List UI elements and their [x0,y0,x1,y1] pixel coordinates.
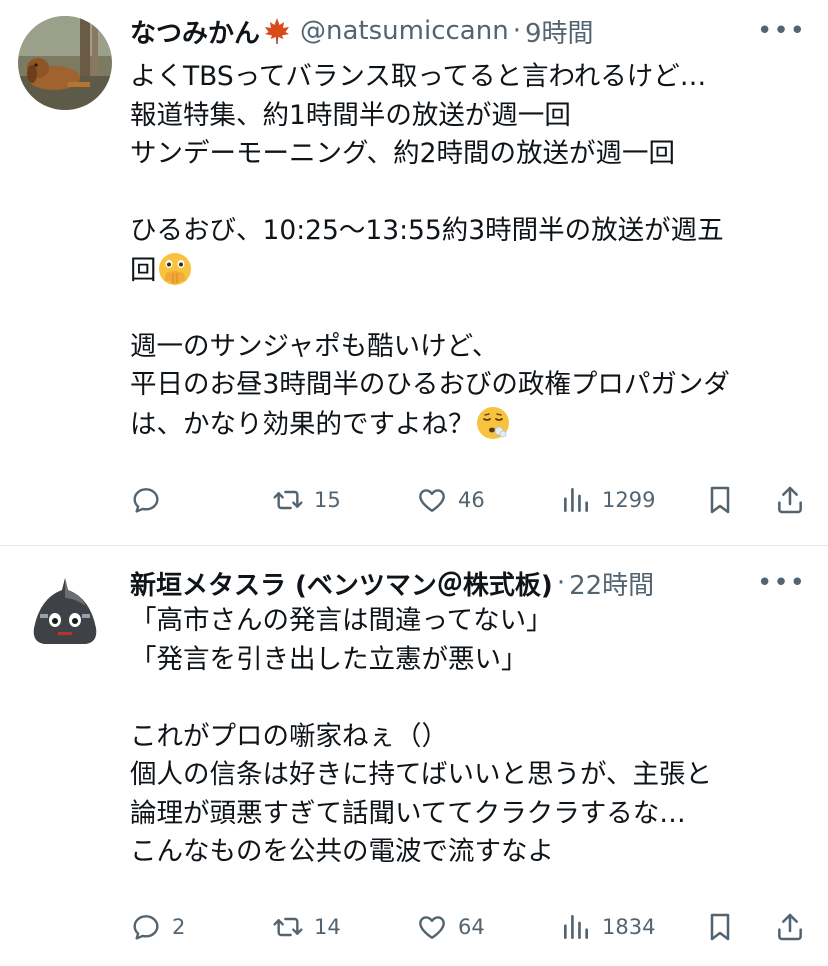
reply-icon [133,488,159,513]
tweet-line: ひるおび、10:25〜13:55約3時間半の放送が週五 [130,215,724,246]
tweet-line: 「高市さんの発言は間違ってない」 [130,605,553,636]
views-count: 1834 [602,915,656,939]
tweet-header: 新垣メタスラ (ベンツマン＠株式板) · 22時間 [130,565,808,602]
tweet-line: 平日のお昼3時間半のひるおびの政権プロパガンダ [130,369,730,400]
tweet-line: これがプロの噺家ねぇ（） [130,720,448,752]
views-icon [564,915,588,939]
share-icon [778,486,802,514]
reply-count: 2 [172,915,186,939]
like-icon [419,489,445,512]
avatar-metal-slime-image [18,568,112,662]
views-count: 1299 [602,488,656,512]
author-handle[interactable]: @natsumiccann [300,16,509,46]
like-button[interactable]: 46 [416,480,485,520]
tweet-text: 「高市さんの発言は間違ってない」 「発言を引き出した立憲が悪い」 これがプロの噺… [130,602,814,872]
tweet-line: 「発言を引き出した立憲が悪い」 [130,643,528,675]
separator-dot: · [512,16,521,46]
reply-button[interactable]: 2 [130,907,185,947]
tweet-line: 報道特集、約1時間半の放送が週一回 [130,99,571,131]
retweet-icon [273,917,303,937]
bookmark-button[interactable] [704,907,736,947]
avatar[interactable] [18,16,112,110]
like-button[interactable]: 64 [416,907,485,947]
author-name[interactable]: なつみかん [130,13,260,50]
reply-button[interactable] [130,480,172,520]
tweet[interactable]: なつみかん @natsumiccann · 9時間 ••• よくTBSってバラン… [0,0,828,545]
like-count: 46 [458,488,485,512]
retweet-button[interactable]: 14 [272,907,341,947]
retweet-button[interactable]: 15 [272,480,341,520]
tweet-line: サンデーモーニング、約2時間の放送が週一回 [130,138,676,169]
like-count: 64 [458,915,485,939]
retweet-count: 15 [314,488,341,512]
tweet-line: 論理が頭悪すぎて話聞いててクラクラするな… [130,797,686,829]
tweet[interactable]: 新垣メタスラ (ベンツマン＠株式板) · 22時間 ••• 「高市さんの発言は間… [0,546,828,966]
share-button[interactable] [774,907,806,947]
bookmark-icon [710,913,730,941]
tweet-actions: 2 14 64 1834 [130,907,810,947]
tweet-line: 週一のサンジャポも酷いけど、 [130,330,499,362]
tweet-actions: 15 46 1299 [130,480,810,520]
timeline-feed: なつみかん @natsumiccann · 9時間 ••• よくTBSってバラン… [0,0,828,966]
views-icon [564,488,588,512]
face-with-open-eyes-hand-over-mouth-icon [157,251,193,287]
avatar[interactable] [18,568,112,662]
timestamp[interactable]: 9時間 [525,13,594,50]
tweet-line: よくTBSってバランス取ってると言われるけど… [130,61,707,92]
tweet-line: は、かなり効果的ですよね？ [130,405,814,444]
more-options-icon[interactable]: ••• [757,568,806,598]
share-icon [778,913,802,941]
avatar-dog-photo [18,16,112,110]
views-button[interactable]: 1299 [560,480,655,520]
bookmark-button[interactable] [704,480,736,520]
retweet-icon [273,490,303,510]
tweet-line: こんなものを公共の電波で流すなよ [130,836,554,867]
face-exhaling-icon [475,405,511,441]
tweet-line-text: は、かなり効果的ですよね？ [130,408,475,440]
tweet-header: なつみかん @natsumiccann · 9時間 [130,13,808,50]
maple-leaf-icon [262,16,292,46]
separator-dot: · [556,568,566,598]
tweet-line: 個人の信条は好きに持てばいいと思うが、主張と [130,759,712,790]
reply-icon [133,915,159,940]
tweet-line-text: 回 [130,254,157,286]
like-icon [419,916,445,939]
author-name[interactable]: 新垣メタスラ (ベンツマン＠株式板) [130,565,553,602]
bookmark-icon [710,486,730,514]
more-options-icon[interactable]: ••• [757,16,806,46]
tweet-text: よくTBSってバランス取ってると言われるけど… 報道特集、約1時間半の放送が週一… [130,58,814,443]
views-button[interactable]: 1834 [560,907,655,947]
timestamp[interactable]: 22時間 [569,565,654,602]
retweet-count: 14 [314,915,341,939]
tweet-line: 回 [130,251,814,290]
share-button[interactable] [774,480,806,520]
